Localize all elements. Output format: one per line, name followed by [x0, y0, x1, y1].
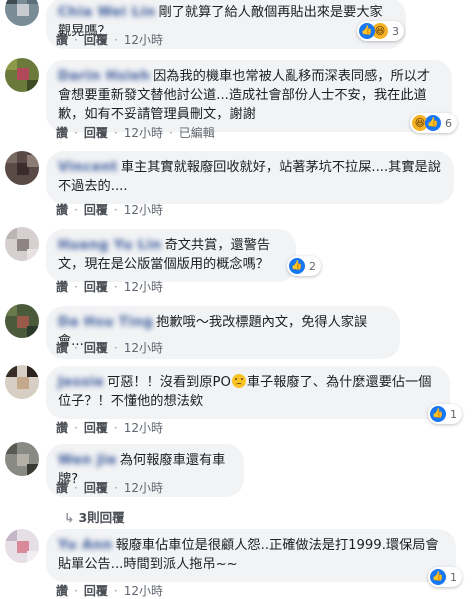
timestamp[interactable]: 12小時 [124, 481, 163, 495]
timestamp[interactable]: 12小時 [124, 126, 163, 140]
comment-bubble: Jessie 可惡！！沒看到原PO 車子報廢了、為什麼還要佔一個位子？！不懂他的想法… [46, 366, 450, 419]
timestamp[interactable]: 12小時 [124, 203, 163, 217]
like-reaction-icon: 👍 [430, 406, 446, 422]
avatar[interactable] [5, 304, 39, 338]
timestamp[interactable]: 12小時 [124, 341, 163, 355]
reaction-summary[interactable]: 👍 2 [287, 256, 321, 276]
commenter-name[interactable]: Jessie [58, 373, 104, 392]
commenter-name[interactable]: Huang Yu Lin [58, 236, 162, 255]
reaction-count: 6 [445, 116, 452, 130]
reaction-summary[interactable]: 😆 👍 6 [410, 113, 457, 133]
reaction-summary[interactable]: 👍 1 [428, 567, 462, 587]
comment-actions: 讚 · 回覆 · 12小時 · 已編輯 [56, 126, 215, 140]
like-button[interactable]: 讚 [56, 203, 68, 217]
avatar[interactable] [5, 151, 39, 185]
avatar[interactable] [5, 365, 39, 399]
like-button[interactable]: 讚 [56, 341, 68, 355]
comment-actions: 讚 · 回覆 · 12小時 [56, 421, 163, 435]
reaction-count: 1 [450, 407, 457, 421]
avatar[interactable] [5, 0, 39, 26]
comment-actions: 讚 · 回覆 · 12小時 [56, 481, 163, 495]
reply-button[interactable]: 回覆 [84, 33, 108, 47]
like-button[interactable]: 讚 [56, 280, 68, 294]
reply-arrow-icon: ↳ [64, 510, 75, 525]
like-button[interactable]: 讚 [56, 126, 68, 140]
reply-button[interactable]: 回覆 [84, 421, 108, 435]
like-reaction-icon: 👍 [289, 258, 305, 274]
like-button[interactable]: 讚 [56, 421, 68, 435]
comment-text-start: 可惡！！沒看到原PO [107, 375, 231, 390]
reply-button[interactable]: 回覆 [84, 481, 108, 495]
like-reaction-icon: 👍 [430, 569, 446, 585]
like-reaction-icon: 👍 [425, 115, 441, 131]
comment-actions: 讚 · 回覆 · 12小時 [56, 584, 163, 598]
comment-actions: 讚 · 回覆 · 12小時 [56, 203, 163, 217]
timestamp[interactable]: 12小時 [124, 421, 163, 435]
comment-bubble: Vincent 車主其實就報廢回收就好，站著茅坑不拉屎....其實是說不過去的..… [46, 151, 454, 204]
timestamp[interactable]: 12小時 [124, 33, 163, 47]
avatar[interactable] [5, 58, 39, 92]
comment-bubble: Darin Hsieh 因為我的機車也常被人亂移而深表同感，所以才會想要重新發文替… [46, 60, 452, 132]
commenter-name[interactable]: Vincent [58, 158, 118, 177]
commenter-name[interactable]: Yu Ann [58, 536, 113, 555]
comment-actions: 讚 · 回覆 · 12小時 [56, 33, 163, 47]
commenter-name[interactable]: Chia Wei Lin [58, 3, 156, 22]
reply-button[interactable]: 回覆 [84, 126, 108, 140]
comment-bubble: Huang Yu Lin 奇文共賞，還警告文，現在是公版當個版用的概念嗎？ [46, 229, 296, 282]
like-button[interactable]: 讚 [56, 481, 68, 495]
edited-label[interactable]: 已編輯 [179, 126, 215, 140]
like-reaction-icon: 👍 [359, 23, 375, 39]
reply-button[interactable]: 回覆 [84, 280, 108, 294]
comment-bubble: Yu Ann 報廢車佔車位是很顧人怨..正確做法是打1999.環保局會貼單公告..… [46, 529, 456, 582]
like-button[interactable]: 讚 [56, 33, 68, 47]
commenter-name[interactable]: Wen Jie [58, 451, 117, 470]
avatar[interactable] [5, 529, 39, 563]
reaction-count: 1 [450, 570, 457, 584]
avatar[interactable] [5, 227, 39, 261]
commenter-name[interactable]: Da Hsu Ting [58, 313, 153, 332]
emoji-icon [231, 374, 246, 388]
reaction-summary[interactable]: 👍 1 [428, 404, 462, 424]
comment-actions: 讚 · 回覆 · 12小時 [56, 341, 163, 355]
timestamp[interactable]: 12小時 [124, 280, 163, 294]
reaction-count: 3 [392, 24, 399, 38]
reply-button[interactable]: 回覆 [84, 341, 108, 355]
reply-button[interactable]: 回覆 [84, 203, 108, 217]
avatar[interactable] [5, 442, 39, 476]
view-replies-link[interactable]: ↳ 3則回覆 [64, 507, 125, 526]
reaction-summary[interactable]: 👍 😆 3 [357, 21, 404, 41]
comment-actions: 讚 · 回覆 · 12小時 [56, 280, 163, 294]
comment-text: 報廢車佔車位是很顧人怨..正確做法是打1999.環保局會貼單公告...時間到派人… [58, 538, 439, 572]
reaction-count: 2 [309, 259, 316, 273]
view-replies-label: 3則回覆 [78, 510, 125, 525]
commenter-name[interactable]: Darin Hsieh [58, 67, 150, 86]
